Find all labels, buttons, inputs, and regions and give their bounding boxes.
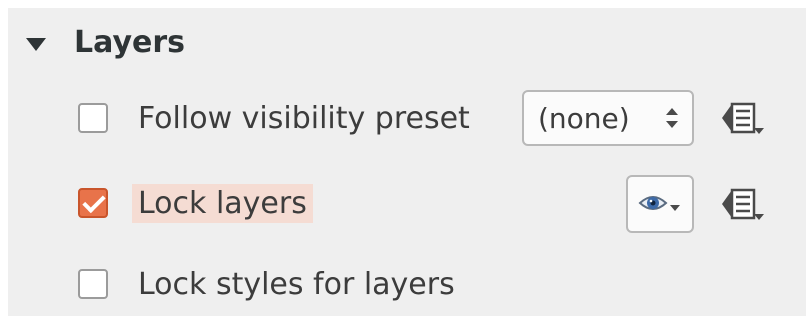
lock-styles-row: Lock styles for layers xyxy=(78,256,461,312)
lock-layers-checkbox[interactable] xyxy=(78,188,108,218)
layer-list-menu-icon[interactable] xyxy=(716,176,772,232)
visibility-preset-combo[interactable]: (none) xyxy=(522,90,694,146)
triangle-down-icon[interactable] xyxy=(26,37,46,51)
lock-layers-label: Lock layers xyxy=(132,183,313,223)
lock-styles-label: Lock styles for layers xyxy=(138,266,455,302)
layers-group-header[interactable]: Layers xyxy=(26,20,185,64)
spin-arrows-icon xyxy=(666,108,678,128)
follow-visibility-preset-checkbox[interactable] xyxy=(78,103,108,133)
follow-visibility-preset-row: Follow visibility preset xyxy=(78,90,476,146)
follow-visibility-preset-label: Follow visibility preset xyxy=(138,100,470,136)
combo-value: (none) xyxy=(538,101,630,135)
eye-dropdown-icon[interactable] xyxy=(626,175,694,233)
lock-styles-checkbox[interactable] xyxy=(78,269,108,299)
lock-layers-row: Lock layers xyxy=(78,175,313,231)
layers-group-panel: Layers Follow visibility preset Lock lay… xyxy=(8,8,806,316)
group-title: Layers xyxy=(74,24,185,60)
layer-list-menu-icon[interactable] xyxy=(716,90,772,146)
